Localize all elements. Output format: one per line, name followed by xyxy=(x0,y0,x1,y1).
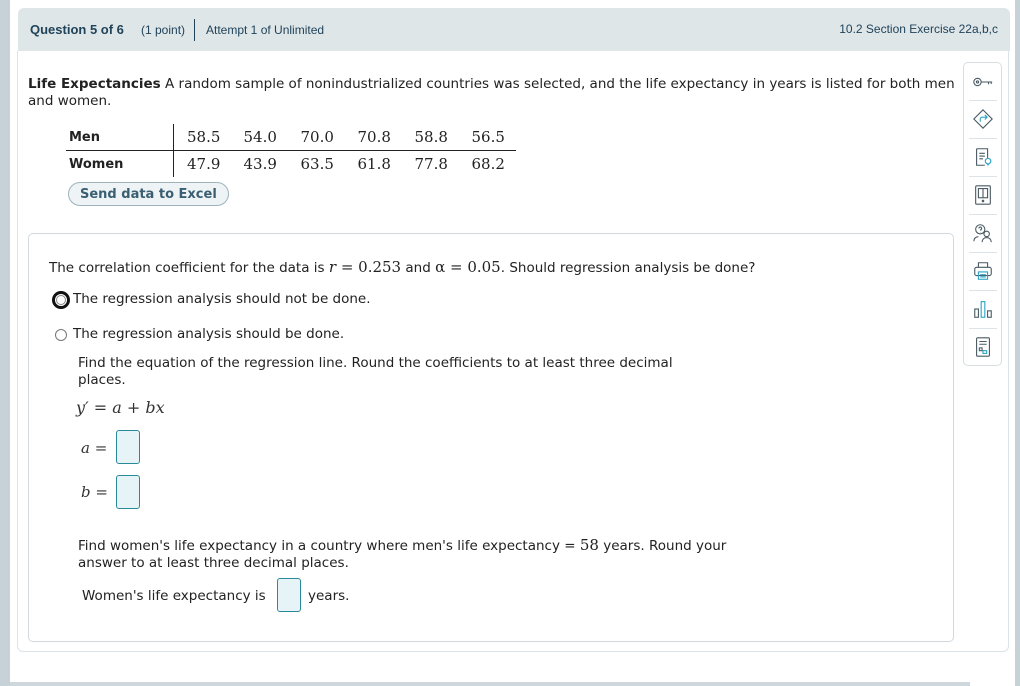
question-and: and xyxy=(401,260,436,276)
attempt-count: Attempt 1 of Unlimited xyxy=(206,23,325,37)
table-cell: 61.8 xyxy=(357,155,391,173)
calculator-document-icon[interactable] xyxy=(964,328,1001,366)
table-cell: 63.5 xyxy=(300,155,334,173)
key-icon[interactable] xyxy=(964,63,1001,101)
option-done-radio[interactable] xyxy=(55,329,67,341)
right-scrollbar[interactable] xyxy=(1015,0,1020,686)
direction-arrow-icon[interactable] xyxy=(964,100,1001,138)
option-not-done-radio[interactable] xyxy=(52,291,70,309)
table-cell: 77.8 xyxy=(414,155,448,173)
table-cell: 43.9 xyxy=(243,155,277,173)
table-cell: 54.0 xyxy=(230,124,288,151)
table-cell: 58.5 xyxy=(173,124,231,151)
table-cell: 68.2 xyxy=(471,155,505,173)
women-instruction: Find women's life expectancy in a countr… xyxy=(78,536,727,572)
problem-text: A random sample of nonindustrialized cou… xyxy=(28,76,955,109)
ask-instructor-icon[interactable] xyxy=(964,214,1001,252)
question-header: Question 5 of 6 (1 point) Attempt 1 of U… xyxy=(18,8,1010,51)
row-label: Women xyxy=(66,150,174,177)
question-text: The correlation coefficient for the data… xyxy=(49,258,755,276)
left-frame-bar xyxy=(0,0,10,686)
option-done-label[interactable]: The regression analysis should be done. xyxy=(73,326,344,342)
data-table: Men 58.5 54.0 70.0 70.8 58.8 56.5 Women … xyxy=(66,124,516,177)
women-answer-unit: years. xyxy=(308,588,350,604)
problem-intro: Life Expectancies A random sample of non… xyxy=(28,76,958,110)
table-cell: 47.9 xyxy=(187,155,221,173)
send-to-excel-button[interactable]: Send data to Excel xyxy=(68,182,229,206)
women-expectancy-input[interactable] xyxy=(277,578,301,612)
ebook-icon[interactable] xyxy=(964,176,1001,214)
a-label: a = xyxy=(81,439,108,457)
table-cell: 58.8 xyxy=(401,124,459,151)
table-cell: 70.8 xyxy=(344,124,402,151)
horizontal-scrollbar[interactable] xyxy=(10,682,970,686)
regression-instruction: Find the equation of the regression line… xyxy=(78,355,673,388)
question-number: Question 5 of 6 xyxy=(30,22,124,37)
hint-document-icon[interactable] xyxy=(964,138,1001,176)
question-prefix: The correlation coefficient for the data… xyxy=(49,260,329,276)
b-label: b = xyxy=(81,483,108,501)
question-points: (1 point) xyxy=(141,23,186,37)
alpha-symbol: α xyxy=(435,258,446,276)
statistics-chart-icon[interactable] xyxy=(964,290,1001,328)
row-label: Men xyxy=(66,124,174,151)
women-answer-label: Women's life expectancy is xyxy=(82,588,266,604)
option-not-done-label[interactable]: The regression analysis should not be do… xyxy=(73,291,371,307)
alpha-value: = 0.05 xyxy=(445,258,501,276)
r-symbol: r xyxy=(328,258,337,276)
print-icon[interactable] xyxy=(964,252,1001,290)
b-input[interactable] xyxy=(116,475,140,509)
table-cell: 70.0 xyxy=(287,124,345,151)
question-suffix: . Should regression analysis be done? xyxy=(500,260,756,276)
r-value: = 0.253 xyxy=(336,258,402,276)
table-row-men: Men 58.5 54.0 70.0 70.8 58.8 56.5 xyxy=(66,124,516,151)
a-input[interactable] xyxy=(116,430,140,464)
table-cell: 56.5 xyxy=(458,124,516,151)
tool-sidebar xyxy=(963,62,1002,366)
section-label: 10.2 Section Exercise 22a,b,c xyxy=(839,22,998,36)
table-row-women: Women 47.9 43.9 63.5 61.8 77.8 68.2 xyxy=(66,150,516,177)
header-divider xyxy=(194,19,195,41)
problem-title: Life Expectancies xyxy=(28,76,161,92)
regression-equation: y′ = a + bx xyxy=(76,398,165,417)
